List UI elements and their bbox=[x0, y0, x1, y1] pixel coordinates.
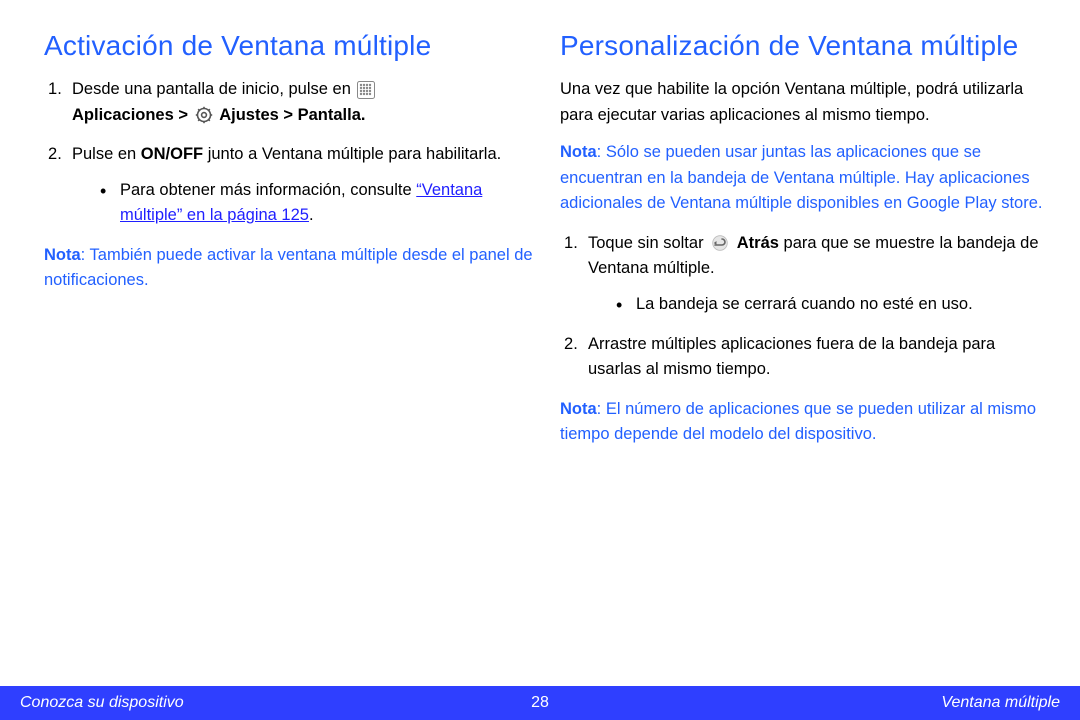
apps-grid-icon bbox=[357, 81, 375, 99]
left-note: Nota: También puede activar la ventana m… bbox=[44, 243, 536, 294]
right-intro: Una vez que habilite la opción Ventana m… bbox=[560, 77, 1052, 128]
text: Desde una pantalla de inicio, pulse en bbox=[72, 80, 355, 98]
note-label: Nota bbox=[44, 246, 81, 264]
left-subbullet: Para obtener más información, consulte “… bbox=[100, 178, 536, 229]
right-step-2: Arrastre múltiples aplicaciones fuera de… bbox=[560, 332, 1052, 383]
text-bold: Atrás bbox=[737, 234, 779, 252]
footer-right: Ventana múltiple bbox=[941, 694, 1060, 712]
right-column: Personalización de Ventana múltiple Una … bbox=[560, 28, 1052, 448]
note-body: : Sólo se pueden usar juntas las aplicac… bbox=[560, 143, 1042, 212]
right-note-1: Nota: Sólo se pueden usar juntas las apl… bbox=[560, 140, 1052, 217]
text: junto a Ventana múltiple para habilitarl… bbox=[203, 145, 501, 163]
text-bold-2: Ajustes > Pantalla. bbox=[219, 106, 365, 124]
note-body: : El número de aplicaciones que se puede… bbox=[560, 400, 1036, 444]
note-label: Nota bbox=[560, 400, 597, 418]
footer-left: Conozca su dispositivo bbox=[20, 694, 184, 712]
footer-page-number: 28 bbox=[531, 694, 549, 712]
left-step-2: Pulse en ON/OFF junto a Ventana múltiple… bbox=[44, 142, 536, 229]
text: Arrastre múltiples aplicaciones fuera de… bbox=[588, 335, 995, 379]
page-footer: Conozca su dispositivo 28 Ventana múltip… bbox=[0, 686, 1080, 720]
text: . bbox=[309, 206, 314, 224]
right-subbullet: La bandeja se cerrará cuando no esté en … bbox=[616, 292, 1052, 318]
text: Pulse en bbox=[72, 145, 141, 163]
heading-activacion: Activación de Ventana múltiple bbox=[44, 28, 536, 63]
right-note-2: Nota: El número de aplicaciones que se p… bbox=[560, 397, 1052, 448]
text-bold: ON/OFF bbox=[141, 145, 203, 163]
gear-icon bbox=[195, 106, 213, 124]
text: Para obtener más información, consulte bbox=[120, 181, 416, 199]
text: Toque sin soltar bbox=[588, 234, 708, 252]
left-column: Activación de Ventana múltiple Desde una… bbox=[44, 28, 536, 448]
text: La bandeja se cerrará cuando no esté en … bbox=[636, 295, 973, 313]
heading-personalizacion: Personalización de Ventana múltiple bbox=[560, 28, 1052, 63]
right-step-1: Toque sin soltar Atrás para que se muest… bbox=[560, 231, 1052, 318]
text-bold: Aplicaciones > bbox=[72, 106, 193, 124]
left-step-1: Desde una pantalla de inicio, pulse en bbox=[44, 77, 536, 128]
note-body: : También puede activar la ventana múlti… bbox=[44, 246, 533, 290]
note-label: Nota bbox=[560, 143, 597, 161]
back-icon bbox=[710, 235, 730, 251]
